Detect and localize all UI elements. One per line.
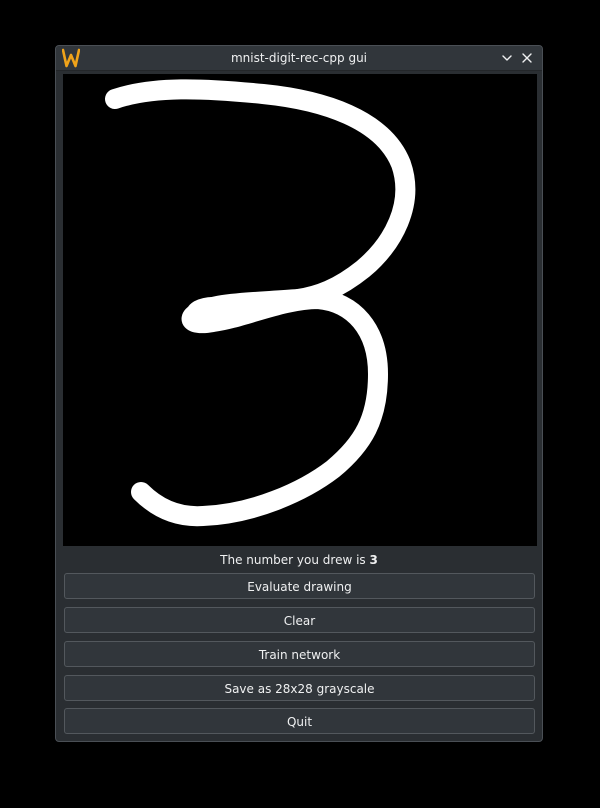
drawing-canvas[interactable] — [63, 74, 537, 546]
close-icon[interactable] — [518, 49, 536, 67]
quit-button[interactable]: Quit — [64, 708, 535, 734]
save-grayscale-button[interactable]: Save as 28x28 grayscale — [64, 675, 535, 701]
evaluate-drawing-button[interactable]: Evaluate drawing — [64, 573, 535, 599]
prediction-result: The number you drew is 3 — [56, 551, 542, 569]
drawn-digit-stroke — [105, 79, 416, 527]
chevron-down-icon[interactable] — [498, 49, 516, 67]
clear-button[interactable]: Clear — [64, 607, 535, 633]
window-title: mnist-digit-rec-cpp gui — [230, 51, 368, 65]
predicted-digit: 3 — [369, 553, 378, 567]
train-network-button[interactable]: Train network — [64, 641, 535, 667]
prediction-prefix: The number you drew is — [220, 553, 370, 567]
title-bar[interactable]: mnist-digit-rec-cpp gui — [56, 46, 542, 71]
app-window: mnist-digit-rec-cpp gui The number you d… — [55, 45, 543, 742]
